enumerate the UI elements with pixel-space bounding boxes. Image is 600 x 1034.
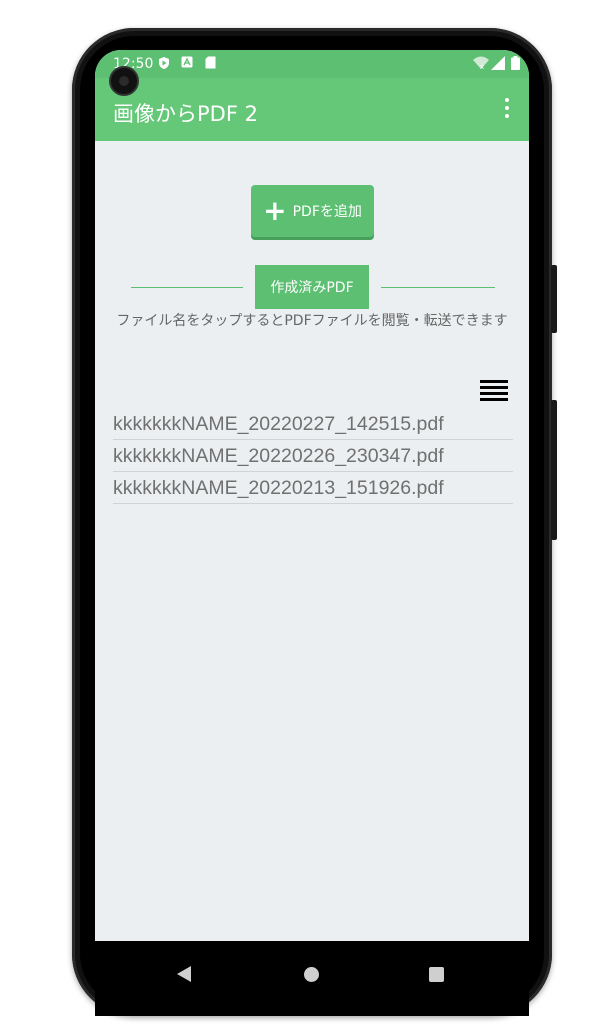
sd-card-icon	[205, 56, 216, 69]
sort-list-icon[interactable]	[480, 380, 508, 402]
wifi-icon: x	[473, 56, 489, 70]
section-divider-left	[131, 287, 243, 288]
plus-icon: +	[263, 194, 287, 227]
volume-button	[551, 265, 557, 333]
status-bar: 12:50 x	[95, 50, 529, 78]
a-icon	[181, 56, 193, 68]
back-icon[interactable]	[177, 966, 191, 982]
power-button	[551, 400, 557, 540]
battery-icon	[511, 56, 520, 70]
svg-text:x: x	[480, 63, 484, 70]
more-vert-icon[interactable]	[503, 98, 511, 120]
hint-text: ファイル名をタップするとPDFファイルを閲覧・転送できます	[116, 313, 508, 329]
navigation-bar	[95, 941, 529, 1016]
file-list-item[interactable]: kkkkkkkNAME_20220227_142515.pdf	[113, 408, 513, 440]
add-pdf-label: PDFを追加	[292, 204, 362, 220]
section-divider-right	[381, 287, 495, 288]
home-icon[interactable]	[304, 967, 319, 982]
recent-apps-icon[interactable]	[429, 967, 444, 982]
file-list-item[interactable]: kkkkkkkNAME_20220213_151926.pdf	[113, 472, 513, 504]
play-protect-icon	[159, 57, 169, 69]
signal-icon	[491, 56, 505, 70]
file-list-item[interactable]: kkkkkkkNAME_20220226_230347.pdf	[113, 440, 513, 472]
front-camera	[109, 66, 139, 96]
add-pdf-button[interactable]: + PDFを追加	[251, 185, 374, 237]
app-bar: 画像からPDF 2	[95, 78, 529, 141]
app-screen: 12:50 x 画像からPDF 2 + PDFを追加 作成済みPDF ファイル名…	[95, 50, 529, 1016]
app-title: 画像からPDF 2	[113, 102, 258, 126]
file-list: kkkkkkkNAME_20220227_142515.pdf kkkkkkkN…	[113, 408, 513, 504]
section-title: 作成済みPDF	[255, 265, 369, 309]
